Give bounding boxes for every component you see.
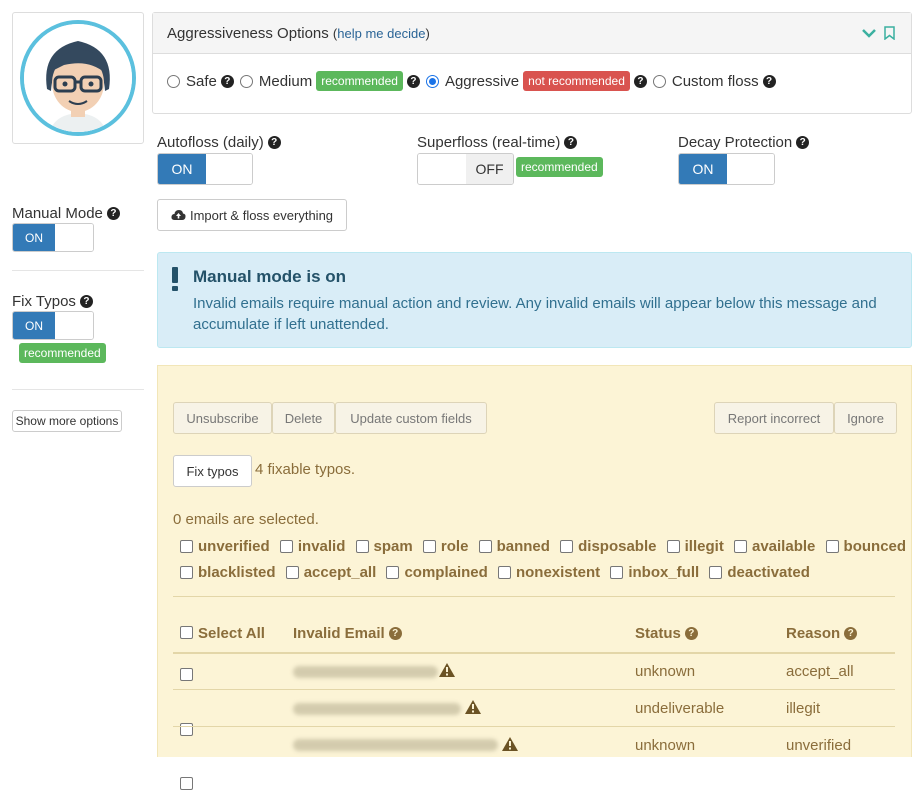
help-icon[interactable]: ? (633, 74, 647, 88)
table-row: unknown accept_all (158, 366, 911, 682)
email-column-header: Invalid Email? (293, 625, 402, 642)
aggressiveness-options: Safe ? Medium recommended ? Aggressive n… (167, 71, 782, 91)
unsubscribe-button[interactable]: Unsubscribe (173, 402, 272, 434)
chevron-down-icon[interactable] (862, 28, 876, 38)
reason-column-header: Reason? (786, 625, 858, 642)
fix-typos-button[interactable]: Fix typos (173, 455, 252, 487)
row-checkbox[interactable] (180, 668, 193, 682)
recommended-badge: recommended (316, 71, 403, 91)
help-icon[interactable]: ? (220, 74, 234, 88)
help-icon[interactable]: ? (406, 74, 420, 88)
help-icon[interactable]: ? (267, 136, 281, 149)
fixable-typos-count: 4 fixable typos. (255, 461, 356, 478)
filter-banned[interactable]: banned (478, 538, 550, 555)
help-icon[interactable]: ? (388, 627, 402, 640)
help-icon[interactable]: ? (79, 295, 93, 308)
aggressiveness-panel: Aggressiveness Options (help me decide) … (152, 12, 912, 114)
select-all[interactable]: Select All (180, 625, 265, 642)
show-more-options-button[interactable]: Show more options (12, 410, 122, 432)
divider (173, 596, 895, 597)
help-icon[interactable]: ? (684, 627, 698, 640)
filter-available[interactable]: available (733, 538, 815, 555)
cloud-upload-icon (171, 210, 186, 220)
manual-mode-alert: Manual mode is on Invalid emails require… (157, 252, 912, 348)
email-redacted (293, 703, 461, 715)
filter-spam[interactable]: spam (355, 538, 413, 555)
fix-typos-toggle[interactable]: ON (12, 311, 94, 340)
custom-floss-radio[interactable] (652, 74, 666, 88)
update-custom-fields-button[interactable]: Update custom fields (335, 402, 487, 434)
superfloss-label: Superfloss (real-time)? (417, 134, 578, 151)
manual-mode-toggle[interactable]: ON (12, 223, 94, 252)
superfloss-recommended-badge: recommended (516, 157, 603, 177)
help-icon[interactable]: ? (762, 74, 776, 88)
filter-illegit[interactable]: illegit (666, 538, 724, 555)
import-floss-button[interactable]: Import & floss everything (157, 199, 347, 231)
row-checkbox[interactable] (180, 777, 193, 790)
filter-accept-all[interactable]: accept_all (285, 564, 376, 581)
sidebar-divider (12, 270, 144, 271)
bookmark-icon[interactable] (884, 26, 895, 40)
report-incorrect-button[interactable]: Report incorrect (714, 402, 834, 434)
table-row: undeliverable illegit (158, 384, 911, 737)
avatar (12, 12, 144, 144)
warning-icon (439, 663, 455, 677)
aggressive-radio[interactable] (425, 74, 439, 88)
filter-blacklisted[interactable]: blacklisted (180, 564, 276, 581)
sidebar-divider (12, 389, 144, 390)
filter-deactivated[interactable]: deactivated (709, 564, 810, 581)
filter-bounced[interactable]: bounced (825, 538, 906, 555)
fix-typos-recommended-badge: recommended (19, 343, 106, 363)
option-safe[interactable]: Safe ? (167, 73, 234, 90)
autofloss-toggle[interactable]: ON (157, 153, 253, 185)
autofloss-label: Autofloss (daily)? (157, 134, 281, 151)
safe-radio[interactable] (167, 74, 180, 88)
decay-protection-toggle[interactable]: ON (678, 153, 775, 185)
filter-unverified[interactable]: unverified (180, 538, 270, 555)
help-icon[interactable]: ? (796, 136, 810, 149)
filter-invalid[interactable]: invalid (279, 538, 345, 555)
decay-protection-label: Decay Protection? (678, 134, 810, 151)
alert-text: Invalid emails require manual action and… (193, 295, 877, 333)
ignore-button[interactable]: Ignore (834, 402, 897, 434)
option-custom-floss[interactable]: Custom floss ? (652, 73, 776, 90)
alert-title: Manual mode is on (193, 267, 347, 286)
medium-radio[interactable] (239, 74, 253, 88)
filter-inbox-full[interactable]: inbox_full (610, 564, 699, 581)
warning-icon (465, 700, 481, 714)
help-icon[interactable]: ? (564, 136, 578, 149)
option-aggressive[interactable]: Aggressive not recommended ? (425, 71, 647, 91)
exclamation-icon (172, 267, 178, 291)
superfloss-toggle[interactable]: OFF (417, 153, 514, 185)
invalid-emails-panel: Unsubscribe Delete Update custom fields … (157, 365, 912, 790)
table-header-divider (173, 652, 895, 654)
fix-typos-label: Fix Typos? (12, 293, 93, 310)
help-icon[interactable]: ? (106, 207, 120, 220)
selected-count: 0 emails are selected. (173, 511, 319, 528)
aggressiveness-header: Aggressiveness Options (help me decide) (153, 13, 911, 54)
status-column-header: Status? (635, 625, 698, 642)
status-filters-row1: unverified invalid spam role banned disp… (180, 538, 912, 555)
select-all-checkbox[interactable] (180, 626, 193, 639)
aggressiveness-title: Aggressiveness Options (help me decide) (167, 25, 430, 42)
warning-icon (502, 737, 518, 751)
manual-mode-label: Manual Mode? (12, 205, 120, 222)
email-redacted (293, 739, 498, 751)
filter-nonexistent[interactable]: nonexistent (497, 564, 600, 581)
email-redacted (293, 666, 438, 678)
woman-avatar-icon (20, 20, 136, 136)
help-icon[interactable]: ? (844, 627, 858, 640)
delete-button[interactable]: Delete (272, 402, 335, 434)
filter-disposable[interactable]: disposable (560, 538, 656, 555)
option-medium[interactable]: Medium recommended ? (239, 71, 420, 91)
filter-complained[interactable]: complained (386, 564, 488, 581)
filter-role[interactable]: role (422, 538, 468, 555)
status-filters-row2: blacklisted accept_all complained nonexi… (180, 564, 816, 581)
not-recommended-badge: not recommended (523, 71, 630, 91)
help-me-decide-link[interactable]: help me decide (337, 26, 425, 41)
